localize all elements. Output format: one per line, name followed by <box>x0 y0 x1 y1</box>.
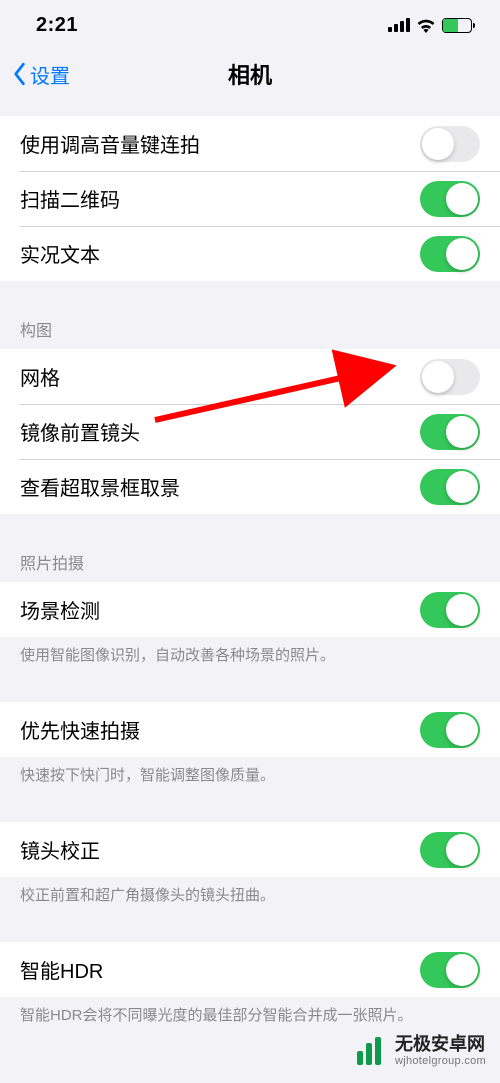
back-button[interactable]: 设置 <box>12 60 70 89</box>
status-icons <box>388 18 472 33</box>
row-lens-correction[interactable]: 镜头校正 <box>0 822 500 877</box>
row-live-text[interactable]: 实况文本 <box>0 226 500 281</box>
chevron-left-icon <box>12 62 26 86</box>
row-scan-qr[interactable]: 扫描二维码 <box>0 171 500 226</box>
group-scene-detect: 场景检测 <box>0 582 500 637</box>
row-label: 优先快速拍摄 <box>20 715 140 744</box>
row-label: 镜头校正 <box>20 835 100 864</box>
status-bar: 2:21 <box>0 0 500 50</box>
group-top: 使用调高音量键连拍 扫描二维码 实况文本 <box>0 116 500 281</box>
row-grid[interactable]: 网格 <box>0 349 500 404</box>
toggle-scan-qr[interactable] <box>420 181 480 217</box>
row-mirror-front[interactable]: 镜像前置镜头 <box>0 404 500 459</box>
footer-smart-hdr: 智能HDR会将不同曝光度的最佳部分智能合并成一张照片。 <box>0 997 500 1026</box>
back-label: 设置 <box>30 60 70 89</box>
watermark-title: 无极安卓网 <box>395 1035 486 1055</box>
cellular-icon <box>388 18 410 32</box>
row-label: 网格 <box>20 362 60 391</box>
row-label: 扫描二维码 <box>20 184 120 213</box>
row-label: 智能HDR <box>20 955 103 984</box>
battery-icon <box>442 18 472 33</box>
page-title: 相机 <box>228 58 272 90</box>
footer-prioritize-fast: 快速按下快门时，智能调整图像质量。 <box>0 757 500 786</box>
row-label: 使用调高音量键连拍 <box>20 129 200 158</box>
group-header-photo: 照片拍摄 <box>0 550 500 582</box>
group-prioritize-fast: 优先快速拍摄 <box>0 702 500 757</box>
group-lens-correction: 镜头校正 <box>0 822 500 877</box>
toggle-scene-detect[interactable] <box>420 592 480 628</box>
toggle-volume-burst[interactable] <box>420 126 480 162</box>
footer-lens-correction: 校正前置和超广角摄像头的镜头扭曲。 <box>0 877 500 906</box>
watermark: 无极安卓网 wjhotelgroup.com <box>351 1033 486 1069</box>
settings-content: 使用调高音量键连拍 扫描二维码 实况文本 构图 网格 镜像前置镜头 查看超取景框… <box>0 98 500 1026</box>
row-label: 场景检测 <box>20 595 100 624</box>
toggle-view-outside-frame[interactable] <box>420 469 480 505</box>
toggle-prioritize-fast[interactable] <box>420 712 480 748</box>
status-time: 2:21 <box>36 14 78 37</box>
toggle-live-text[interactable] <box>420 236 480 272</box>
row-label: 查看超取景框取景 <box>20 472 180 501</box>
group-header-composition: 构图 <box>0 317 500 349</box>
row-label: 镜像前置镜头 <box>20 417 140 446</box>
row-prioritize-fast[interactable]: 优先快速拍摄 <box>0 702 500 757</box>
watermark-url: wjhotelgroup.com <box>395 1055 486 1067</box>
nav-bar: 设置 相机 <box>0 50 500 98</box>
footer-scene-detect: 使用智能图像识别，自动改善各种场景的照片。 <box>0 637 500 666</box>
toggle-grid[interactable] <box>420 359 480 395</box>
toggle-lens-correction[interactable] <box>420 832 480 868</box>
group-smart-hdr: 智能HDR <box>0 942 500 997</box>
row-label: 实况文本 <box>20 239 100 268</box>
row-volume-burst[interactable]: 使用调高音量键连拍 <box>0 116 500 171</box>
wifi-icon <box>416 18 436 33</box>
toggle-smart-hdr[interactable] <box>420 952 480 988</box>
row-smart-hdr[interactable]: 智能HDR <box>0 942 500 997</box>
group-composition: 网格 镜像前置镜头 查看超取景框取景 <box>0 349 500 514</box>
toggle-mirror-front[interactable] <box>420 414 480 450</box>
row-scene-detect[interactable]: 场景检测 <box>0 582 500 637</box>
watermark-logo-icon <box>351 1033 387 1069</box>
row-view-outside-frame[interactable]: 查看超取景框取景 <box>0 459 500 514</box>
